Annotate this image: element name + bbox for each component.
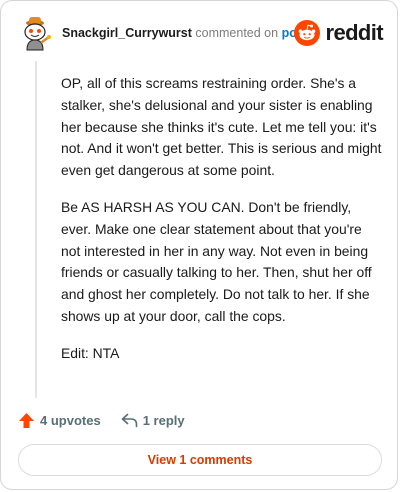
reddit-snoo-icon — [294, 20, 321, 46]
comment-meta: Snackgirl_Currywurst commented on post — [62, 26, 308, 40]
reply-button[interactable]: 1 reply — [121, 413, 185, 428]
upvote-count: 4 upvotes — [40, 412, 101, 428]
reddit-wordmark: reddit — [325, 20, 383, 45]
thread-line[interactable] — [35, 61, 37, 398]
comment-header: Snackgirl_Currywurst commented on post r… — [19, 15, 384, 55]
reddit-brand[interactable]: reddit — [294, 18, 384, 48]
username-link[interactable]: Snackgirl_Currywurst — [62, 26, 192, 40]
upvote-button[interactable]: 4 upvotes — [18, 412, 101, 429]
comment-card: Snackgirl_Currywurst commented on post r… — [0, 0, 398, 490]
snoo-avatar-icon[interactable] — [19, 15, 53, 51]
view-comments-button[interactable]: View 1 comments — [18, 444, 382, 476]
comment-actions: 4 upvotes 1 reply — [18, 410, 185, 430]
comment-paragraph: Edit: NTA — [61, 344, 120, 361]
comment-body: OP, all of this screams restraining orde… — [61, 73, 383, 380]
comment-paragraph: Be AS HARSH AS YOU CAN. Don't be friendl… — [61, 198, 372, 324]
comment-paragraph: OP, all of this screams restraining orde… — [61, 75, 382, 179]
reply-arrow-icon — [121, 413, 137, 427]
commented-on-text: commented on — [195, 26, 279, 40]
upvote-arrow-icon — [19, 412, 34, 428]
reply-count: 1 reply — [142, 412, 185, 428]
